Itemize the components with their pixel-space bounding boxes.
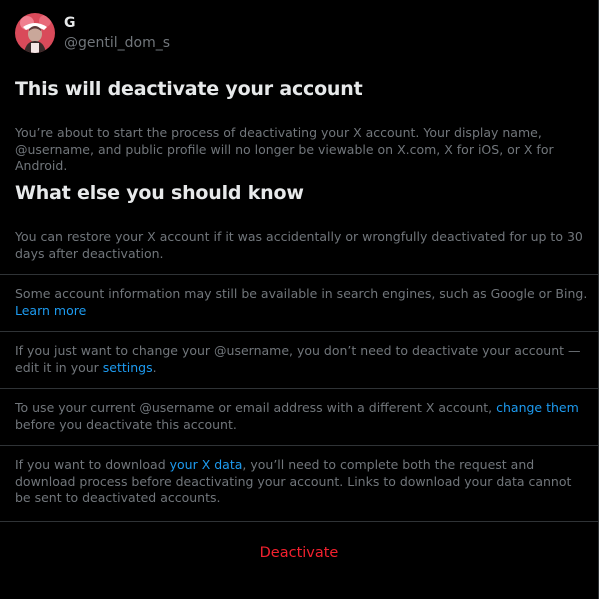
avatar[interactable] — [15, 13, 55, 53]
page-title: This will deactivate your account — [15, 78, 363, 100]
your-x-data-link[interactable]: your X data — [170, 457, 243, 472]
account-summary[interactable]: G @gentil_dom_s — [15, 13, 170, 53]
deactivate-label: Deactivate — [259, 545, 339, 561]
info-text-suffix: . — [152, 359, 157, 375]
username-handle: @gentil_dom_s — [64, 35, 171, 51]
info-item-restore: You can restore your X account if it was… — [15, 229, 590, 262]
deactivate-account-panel: G @gentil_dom_s This will deactivate you… — [0, 0, 599, 599]
info-text: If you just want to change your @usernam… — [15, 343, 581, 375]
change-them-link[interactable]: change them — [496, 400, 579, 415]
info-text: If you want to download — [15, 457, 170, 472]
settings-link[interactable]: settings — [103, 360, 153, 375]
display-name: G — [64, 15, 76, 31]
info-text: You can restore your X account if it was… — [15, 229, 583, 261]
divider — [0, 388, 598, 389]
info-text-suffix: before you deactivate this account. — [15, 416, 237, 432]
info-text: Some account information may still be av… — [15, 286, 588, 301]
info-text: To use your current @username or email a… — [15, 400, 497, 415]
section-heading-what-else: What else you should know — [15, 182, 304, 204]
divider — [0, 274, 598, 275]
info-item-download-data: If you want to download your X data, you… — [15, 457, 590, 507]
info-item-reuse-username: To use your current @username or email a… — [15, 400, 590, 433]
info-item-change-username: If you just want to change your @usernam… — [15, 343, 590, 376]
divider — [0, 331, 598, 332]
deactivate-button[interactable]: Deactivate — [0, 522, 598, 584]
deactivation-description: You’re about to start the process of dea… — [15, 125, 554, 173]
learn-more-link[interactable]: Learn more — [15, 303, 86, 318]
info-item-search-engines: Some account information may still be av… — [15, 286, 590, 319]
divider — [0, 445, 598, 446]
